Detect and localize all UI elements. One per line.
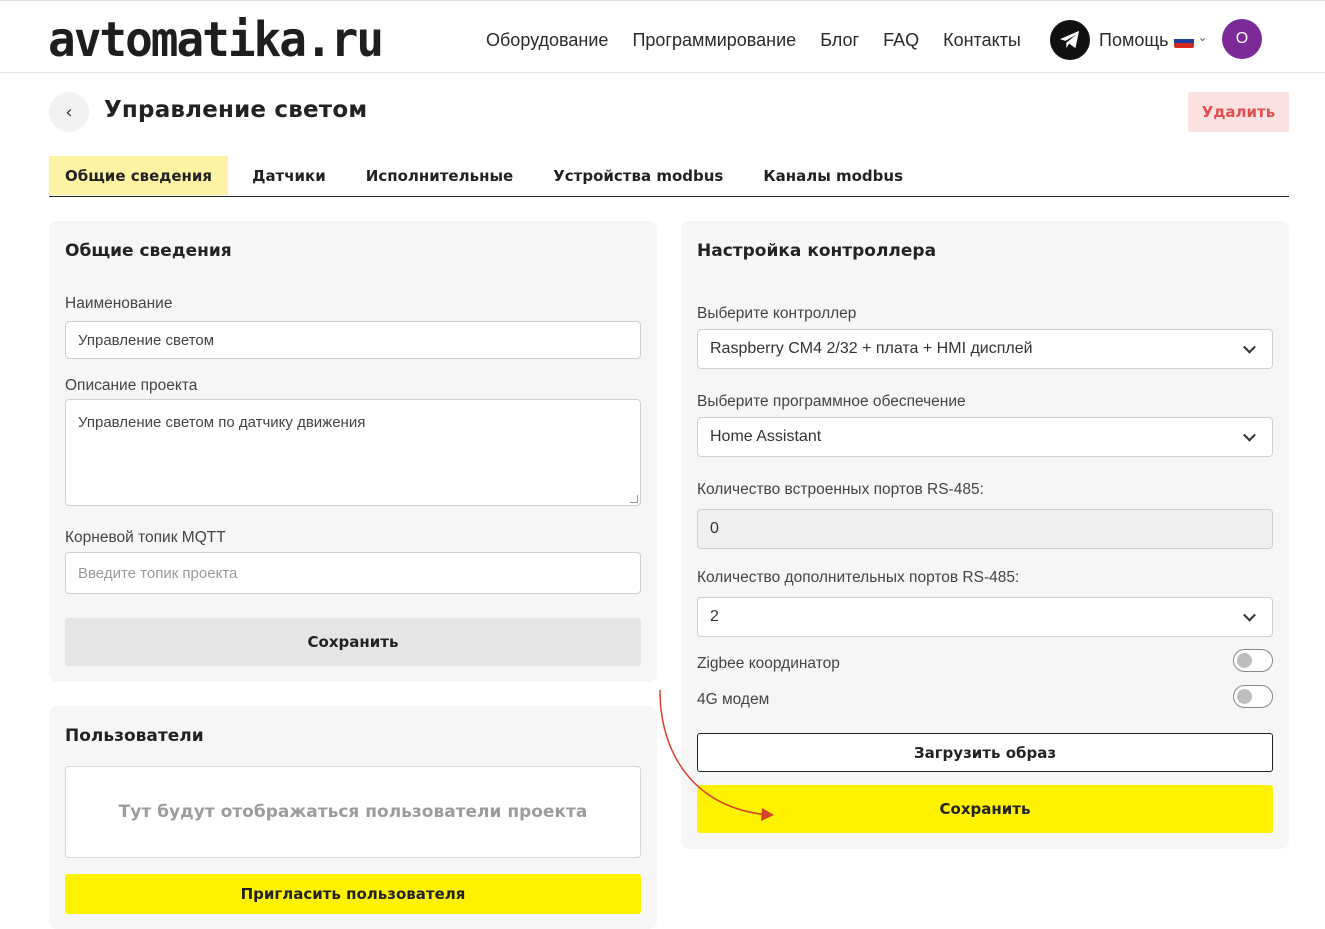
nav-item-faq[interactable]: FAQ (883, 29, 919, 51)
tab-modbus-devices[interactable]: Устройства modbus (537, 156, 739, 195)
chevron-down-icon (1243, 340, 1256, 354)
software-select-label: Выберите программное обеспечение (697, 393, 966, 410)
delete-button[interactable]: Удалить (1188, 92, 1289, 132)
general-save-button[interactable]: Сохранить (65, 618, 641, 666)
toggle-knob (1237, 689, 1252, 704)
chevron-down-icon (1243, 608, 1256, 622)
nav-item-contacts[interactable]: Контакты (943, 29, 1021, 51)
software-select[interactable]: Home Assistant (697, 417, 1273, 457)
users-empty-state: Тут будут отображаться пользователи прое… (65, 766, 641, 858)
main-nav: Оборудование Программирование Блог FAQ К… (486, 29, 1045, 51)
help-link[interactable]: Помощь (1099, 30, 1169, 51)
general-card: Общие сведения Наименование Управление с… (49, 221, 657, 682)
site-logo[interactable]: avtomatika.ru (48, 10, 384, 69)
invite-user-button[interactable]: Пригласить пользователя (65, 874, 641, 914)
tab-sensors[interactable]: Датчики (236, 156, 342, 195)
tab-actuators[interactable]: Исполнительные (350, 156, 529, 195)
extra-ports-value: 2 (710, 608, 719, 625)
controller-select-label: Выберите контроллер (697, 305, 857, 322)
extra-ports-label: Количество дополнительных портов RS-485: (697, 569, 1020, 586)
nav-item-blog[interactable]: Блог (820, 29, 859, 51)
russia-flag-icon[interactable] (1174, 34, 1194, 48)
chevron-down-icon[interactable]: ⌄ (1198, 31, 1207, 44)
tab-modbus-channels[interactable]: Каналы modbus (747, 156, 919, 195)
users-card-title: Пользователи (65, 726, 204, 746)
name-field[interactable]: Управление светом (65, 321, 641, 359)
software-select-value: Home Assistant (710, 428, 822, 445)
tab-general[interactable]: Общие сведения (49, 156, 229, 195)
builtin-ports-value: 0 (710, 520, 719, 537)
chevron-down-icon (1243, 428, 1256, 442)
controller-card-title: Настройка контроллера (697, 241, 937, 261)
controller-select[interactable]: Raspberry CM4 2/32 + плата + HMI дисплей (697, 329, 1273, 369)
extra-ports-select[interactable]: 2 (697, 597, 1273, 637)
back-button[interactable]: ‹ (49, 92, 89, 132)
annotation-arrow (659, 689, 774, 821)
nav-item-equipment[interactable]: Оборудование (486, 29, 608, 51)
mqtt-topic-input[interactable]: Введите топик проекта (65, 552, 641, 594)
description-field[interactable]: Управление светом по датчику движения (65, 399, 641, 506)
toggle-knob (1237, 653, 1252, 668)
users-card: Пользователи Тут будут отображаться поль… (49, 706, 657, 929)
controller-select-value: Raspberry CM4 2/32 + плата + HMI дисплей (710, 340, 1033, 357)
tab-bar: Общие сведения Датчики Исполнительные Ус… (49, 156, 1289, 197)
name-label: Наименование (65, 295, 173, 312)
zigbee-label: Zigbee координатор (697, 655, 840, 672)
mqtt-topic-label: Корневой топик MQTT (65, 529, 226, 546)
description-label: Описание проекта (65, 377, 198, 394)
nav-item-programming[interactable]: Программирование (632, 29, 796, 51)
chevron-left-icon: ‹ (65, 101, 73, 123)
zigbee-toggle[interactable] (1233, 649, 1273, 672)
builtin-ports-field: 0 (697, 509, 1273, 549)
avatar[interactable]: O (1222, 19, 1262, 59)
page-title: Управление светом (104, 97, 368, 123)
modem-toggle[interactable] (1233, 685, 1273, 708)
telegram-icon[interactable] (1050, 20, 1090, 60)
description-text: Управление светом по датчику движения (78, 414, 366, 431)
general-card-title: Общие сведения (65, 241, 232, 261)
builtin-ports-label: Количество встроенных портов RS-485: (697, 481, 984, 498)
resize-handle-icon[interactable] (630, 495, 638, 503)
top-header: avtomatika.ru Оборудование Программирова… (0, 0, 1325, 73)
